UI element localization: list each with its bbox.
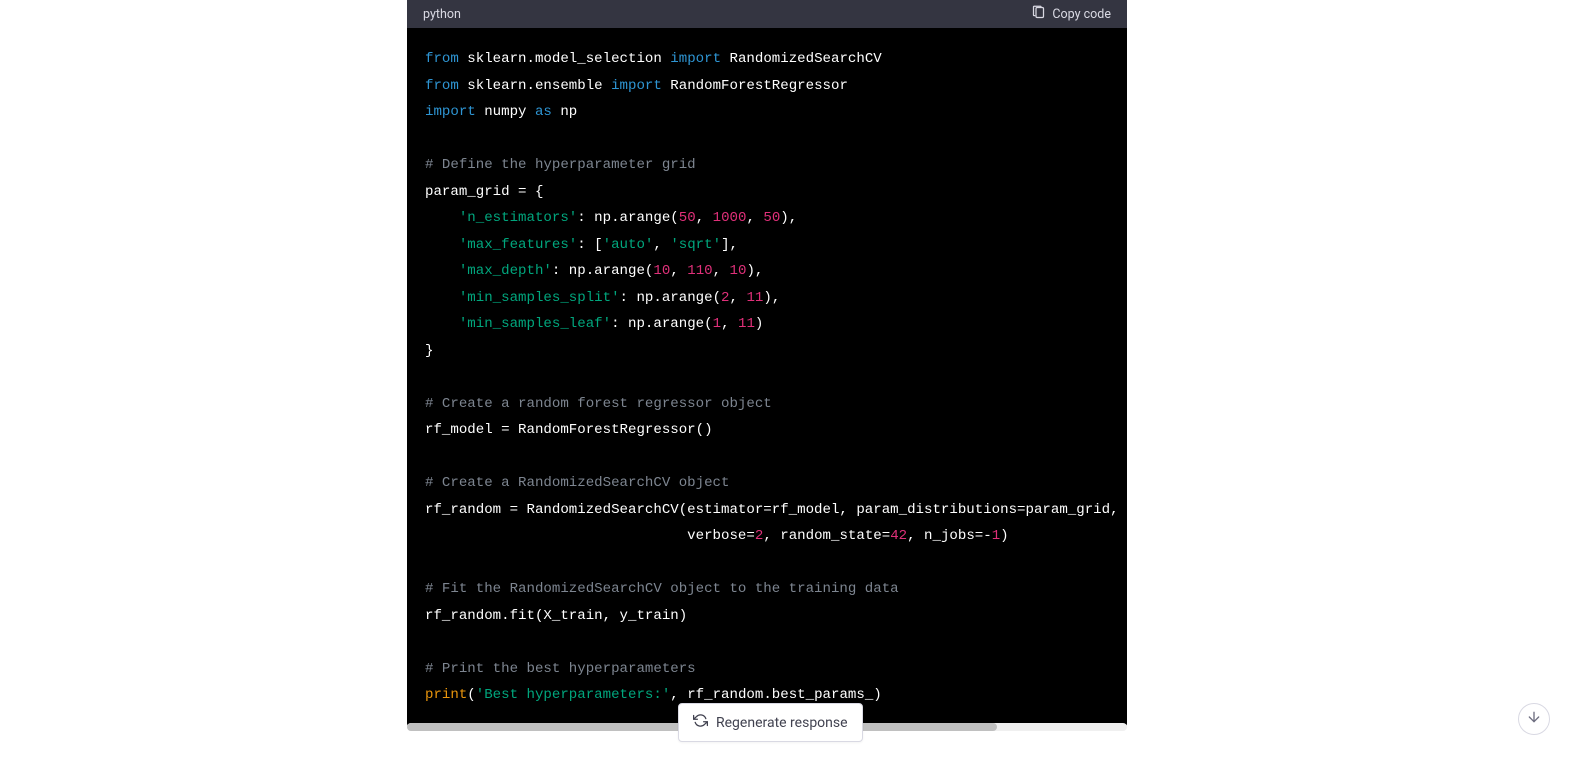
regenerate-response-label: Regenerate response: [716, 715, 848, 731]
scroll-to-bottom-button[interactable]: [1518, 703, 1550, 735]
code-language-label: python: [423, 7, 461, 22]
code-content[interactable]: from sklearn.model_selection import Rand…: [407, 28, 1127, 731]
code-header: python Copy code: [407, 0, 1127, 28]
copy-code-label: Copy code: [1052, 7, 1111, 22]
refresh-icon: [693, 713, 708, 732]
clipboard-icon: [1031, 5, 1046, 24]
copy-code-button[interactable]: Copy code: [1031, 5, 1111, 24]
code-block: python Copy code from sklearn.model_sele…: [407, 0, 1127, 731]
arrow-down-icon: [1526, 709, 1542, 729]
regenerate-response-button[interactable]: Regenerate response: [678, 703, 863, 742]
